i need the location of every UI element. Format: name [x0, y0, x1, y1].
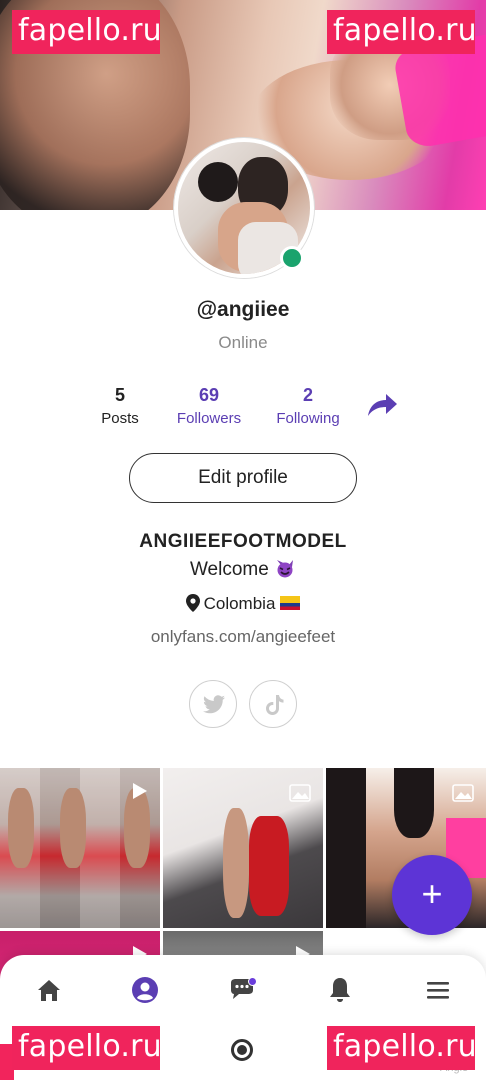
- bio-text: Welcome: [189, 559, 269, 580]
- location-text: Colombia: [203, 594, 276, 613]
- username: @angiiee: [196, 298, 290, 321]
- watermark: fapello.ru: [12, 1026, 162, 1070]
- bell-icon[interactable]: [325, 975, 355, 1005]
- photo-icon: [289, 784, 311, 802]
- home-icon[interactable]: [34, 975, 64, 1005]
- twitter-icon: [203, 695, 225, 714]
- devil-emoji-icon: [277, 560, 294, 578]
- media-thumbnail-photo[interactable]: [163, 768, 323, 928]
- create-post-button[interactable]: +: [392, 855, 472, 935]
- online-indicator: [280, 246, 304, 270]
- menu-icon[interactable]: [423, 975, 453, 1005]
- stat-posts[interactable]: 5 Posts: [90, 384, 150, 430]
- posts-count: 5: [114, 385, 125, 405]
- media-thumbnail-video[interactable]: [0, 768, 160, 928]
- watermark: fapello.ru: [327, 1026, 477, 1070]
- location: Colombia: [0, 594, 486, 614]
- tiktok-button[interactable]: [249, 680, 297, 728]
- unread-dot: [248, 977, 257, 986]
- display-name: ANGIIEEFOOTMODEL: [139, 531, 347, 552]
- video-icon: [133, 783, 147, 799]
- followers-label: Followers: [176, 410, 242, 427]
- stat-following[interactable]: 2 Following: [268, 384, 348, 430]
- stat-followers[interactable]: 69 Followers: [168, 384, 250, 430]
- share-icon[interactable]: [366, 392, 398, 418]
- colombia-flag-icon: [280, 596, 301, 610]
- profile-link[interactable]: onlyfans.com/angieefeet: [0, 627, 486, 647]
- online-status: Online: [218, 333, 268, 352]
- followers-count: 69: [198, 385, 220, 405]
- tiktok-icon: [266, 695, 284, 715]
- edit-profile-button[interactable]: Edit profile: [129, 453, 357, 503]
- location-pin-icon: [185, 594, 200, 612]
- following-count: 2: [302, 385, 313, 405]
- bottom-navigation: [0, 955, 486, 1025]
- system-home-button[interactable]: [231, 1039, 253, 1061]
- watermark: fapello.ru: [12, 10, 162, 54]
- photo-icon: [452, 784, 474, 802]
- twitter-button[interactable]: [189, 680, 237, 728]
- posts-label: Posts: [101, 410, 139, 427]
- watermark: fapello.ru: [327, 10, 477, 54]
- profile-icon[interactable]: [130, 975, 160, 1005]
- following-label: Following: [276, 410, 340, 427]
- bio: Welcome: [0, 558, 486, 581]
